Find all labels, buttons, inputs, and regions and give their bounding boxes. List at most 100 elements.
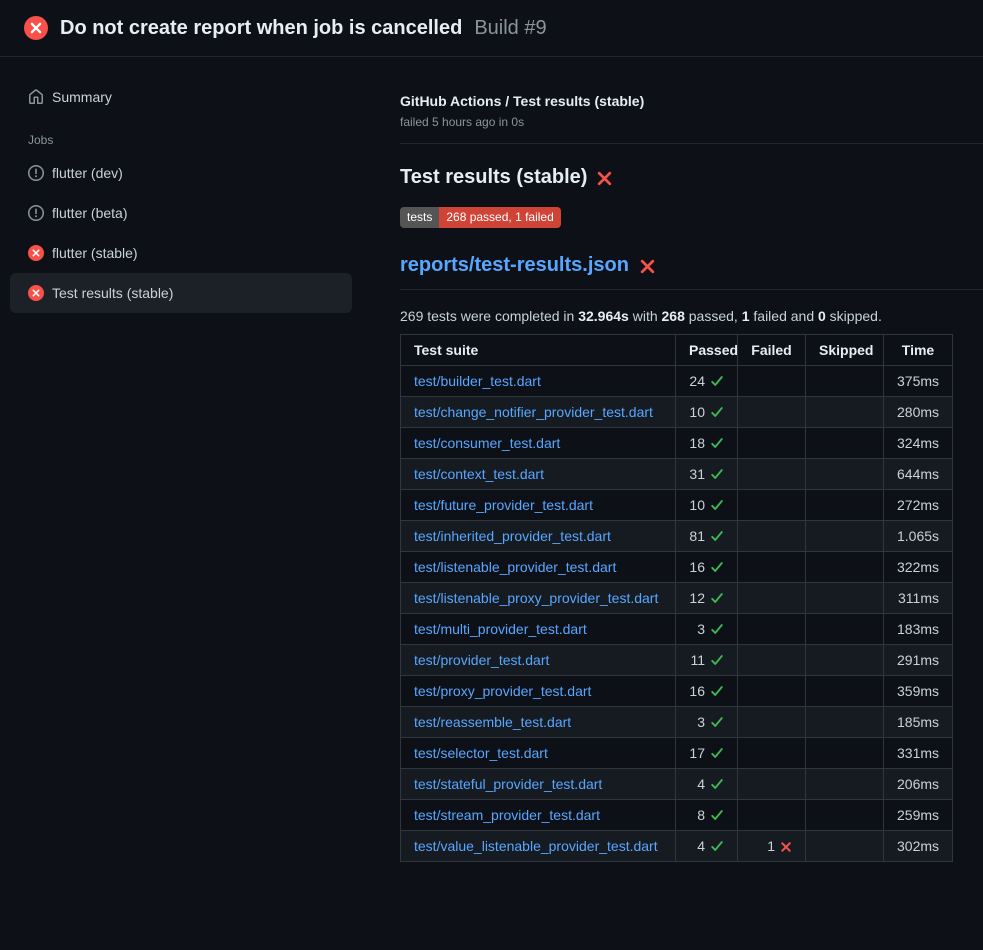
failed-x-icon	[639, 258, 656, 275]
table-row: test/context_test.dart31644ms	[401, 459, 953, 490]
body-row: Summary Jobs flutter (dev)flutter (beta)…	[0, 57, 983, 886]
suite-link[interactable]: test/stateful_provider_test.dart	[414, 776, 602, 792]
check-icon	[710, 715, 724, 729]
section-title: Test results (stable)	[400, 166, 952, 189]
check-icon	[710, 653, 724, 667]
page-header: Do not create report when job is cancell…	[0, 0, 983, 57]
suite-link[interactable]: test/builder_test.dart	[414, 373, 541, 389]
skipped-cell	[806, 769, 884, 800]
suite-link[interactable]: test/provider_test.dart	[414, 652, 549, 668]
suite-cell: test/context_test.dart	[401, 459, 676, 490]
skipped-cell	[806, 831, 884, 862]
table-row: test/reassemble_test.dart3185ms	[401, 707, 953, 738]
check-icon	[710, 777, 724, 791]
suite-cell: test/stream_provider_test.dart	[401, 800, 676, 831]
sidebar-summary-label: Summary	[52, 89, 112, 105]
failed-cell	[738, 552, 806, 583]
job-label: flutter (stable)	[52, 245, 138, 261]
table-row: test/inherited_provider_test.dart811.065…	[401, 521, 953, 552]
time-cell: 1.065s	[884, 521, 953, 552]
report-heading: reports/test-results.json	[400, 254, 983, 290]
check-icon	[710, 374, 724, 388]
x-circle-icon	[28, 245, 44, 261]
suite-link[interactable]: test/value_listenable_provider_test.dart	[414, 838, 658, 854]
passed-cell: 4	[676, 769, 738, 800]
column-header: Test suite	[401, 335, 676, 366]
suite-link[interactable]: test/change_notifier_provider_test.dart	[414, 404, 653, 420]
suite-link[interactable]: test/selector_test.dart	[414, 745, 548, 761]
suite-link[interactable]: test/proxy_provider_test.dart	[414, 683, 591, 699]
sidebar-job-item[interactable]: flutter (beta)	[10, 193, 352, 233]
passed-count: 18	[689, 435, 705, 451]
skipped-cell	[806, 552, 884, 583]
skipped-cell	[806, 645, 884, 676]
failed-cell	[738, 490, 806, 521]
suite-cell: test/multi_provider_test.dart	[401, 614, 676, 645]
summary-text: with	[629, 308, 662, 324]
skipped-cell	[806, 583, 884, 614]
check-icon	[710, 622, 724, 636]
time-cell: 644ms	[884, 459, 953, 490]
failed-cell	[738, 366, 806, 397]
failed-cell	[738, 769, 806, 800]
sidebar-item-summary[interactable]: Summary	[10, 77, 352, 117]
column-header: Failed	[738, 335, 806, 366]
time-cell: 375ms	[884, 366, 953, 397]
skipped-cell	[806, 707, 884, 738]
suite-link[interactable]: test/reassemble_test.dart	[414, 714, 571, 730]
sidebar-job-item[interactable]: Test results (stable)	[10, 273, 352, 313]
failed-cell	[738, 397, 806, 428]
suite-cell: test/consumer_test.dart	[401, 428, 676, 459]
failed-cell	[738, 645, 806, 676]
sidebar-job-item[interactable]: flutter (stable)	[10, 233, 352, 273]
suite-cell: test/provider_test.dart	[401, 645, 676, 676]
time-cell: 359ms	[884, 676, 953, 707]
failed-cell	[738, 676, 806, 707]
table-row: test/multi_provider_test.dart3183ms	[401, 614, 953, 645]
passed-count: 16	[689, 559, 705, 575]
passed-count: 10	[689, 497, 705, 513]
table-row: test/stateful_provider_test.dart4206ms	[401, 769, 953, 800]
suite-cell: test/reassemble_test.dart	[401, 707, 676, 738]
check-icon	[710, 436, 724, 450]
passed-cell: 17	[676, 738, 738, 769]
time-cell: 322ms	[884, 552, 953, 583]
table-body: test/builder_test.dart 24 375ms test/change…	[401, 366, 953, 862]
time-cell: 324ms	[884, 428, 953, 459]
suite-link[interactable]: test/consumer_test.dart	[414, 435, 560, 451]
jobs-list: flutter (dev)flutter (beta) flutter (stab…	[10, 153, 352, 313]
suite-link[interactable]: test/stream_provider_test.dart	[414, 807, 600, 823]
check-icon	[710, 560, 724, 574]
time-cell: 259ms	[884, 800, 953, 831]
column-header: Skipped	[806, 335, 884, 366]
skipped-cell	[806, 366, 884, 397]
table-row: test/proxy_provider_test.dart 16 359ms	[401, 676, 953, 707]
table-row: test/listenable_provider_test.dart 16 322m…	[401, 552, 953, 583]
badge-value: 268 passed, 1 failed	[439, 207, 560, 228]
check-icon	[710, 529, 724, 543]
results-table: Test suitePassedFailedSkippedTime test/b…	[400, 334, 953, 862]
time-cell: 291ms	[884, 645, 953, 676]
report-link[interactable]: reports/test-results.json	[400, 254, 629, 277]
suite-cell: test/builder_test.dart	[401, 366, 676, 397]
time-cell: 185ms	[884, 707, 953, 738]
suite-link[interactable]: test/multi_provider_test.dart	[414, 621, 587, 637]
time-cell: 311ms	[884, 583, 953, 614]
suite-link[interactable]: test/inherited_provider_test.dart	[414, 528, 611, 544]
suite-link[interactable]: test/context_test.dart	[414, 466, 544, 482]
suite-cell: test/listenable_proxy_provider_test.dart	[401, 583, 676, 614]
skipped-cell	[806, 800, 884, 831]
passed-cell: 16	[676, 676, 738, 707]
passed-count: 12	[689, 590, 705, 606]
sidebar-job-item[interactable]: flutter (dev)	[10, 153, 352, 193]
passed-cell: 10	[676, 397, 738, 428]
summary-text: failed and	[750, 308, 819, 324]
suite-link[interactable]: test/future_provider_test.dart	[414, 497, 593, 513]
passed-count: 16	[689, 683, 705, 699]
failed-cell	[738, 614, 806, 645]
x-circle-icon	[28, 285, 44, 301]
suite-link[interactable]: test/listenable_proxy_provider_test.dart	[414, 590, 658, 606]
passed-count: 24	[689, 373, 705, 389]
suite-link[interactable]: test/listenable_provider_test.dart	[414, 559, 616, 575]
summary-number: 32.964s	[578, 308, 629, 324]
